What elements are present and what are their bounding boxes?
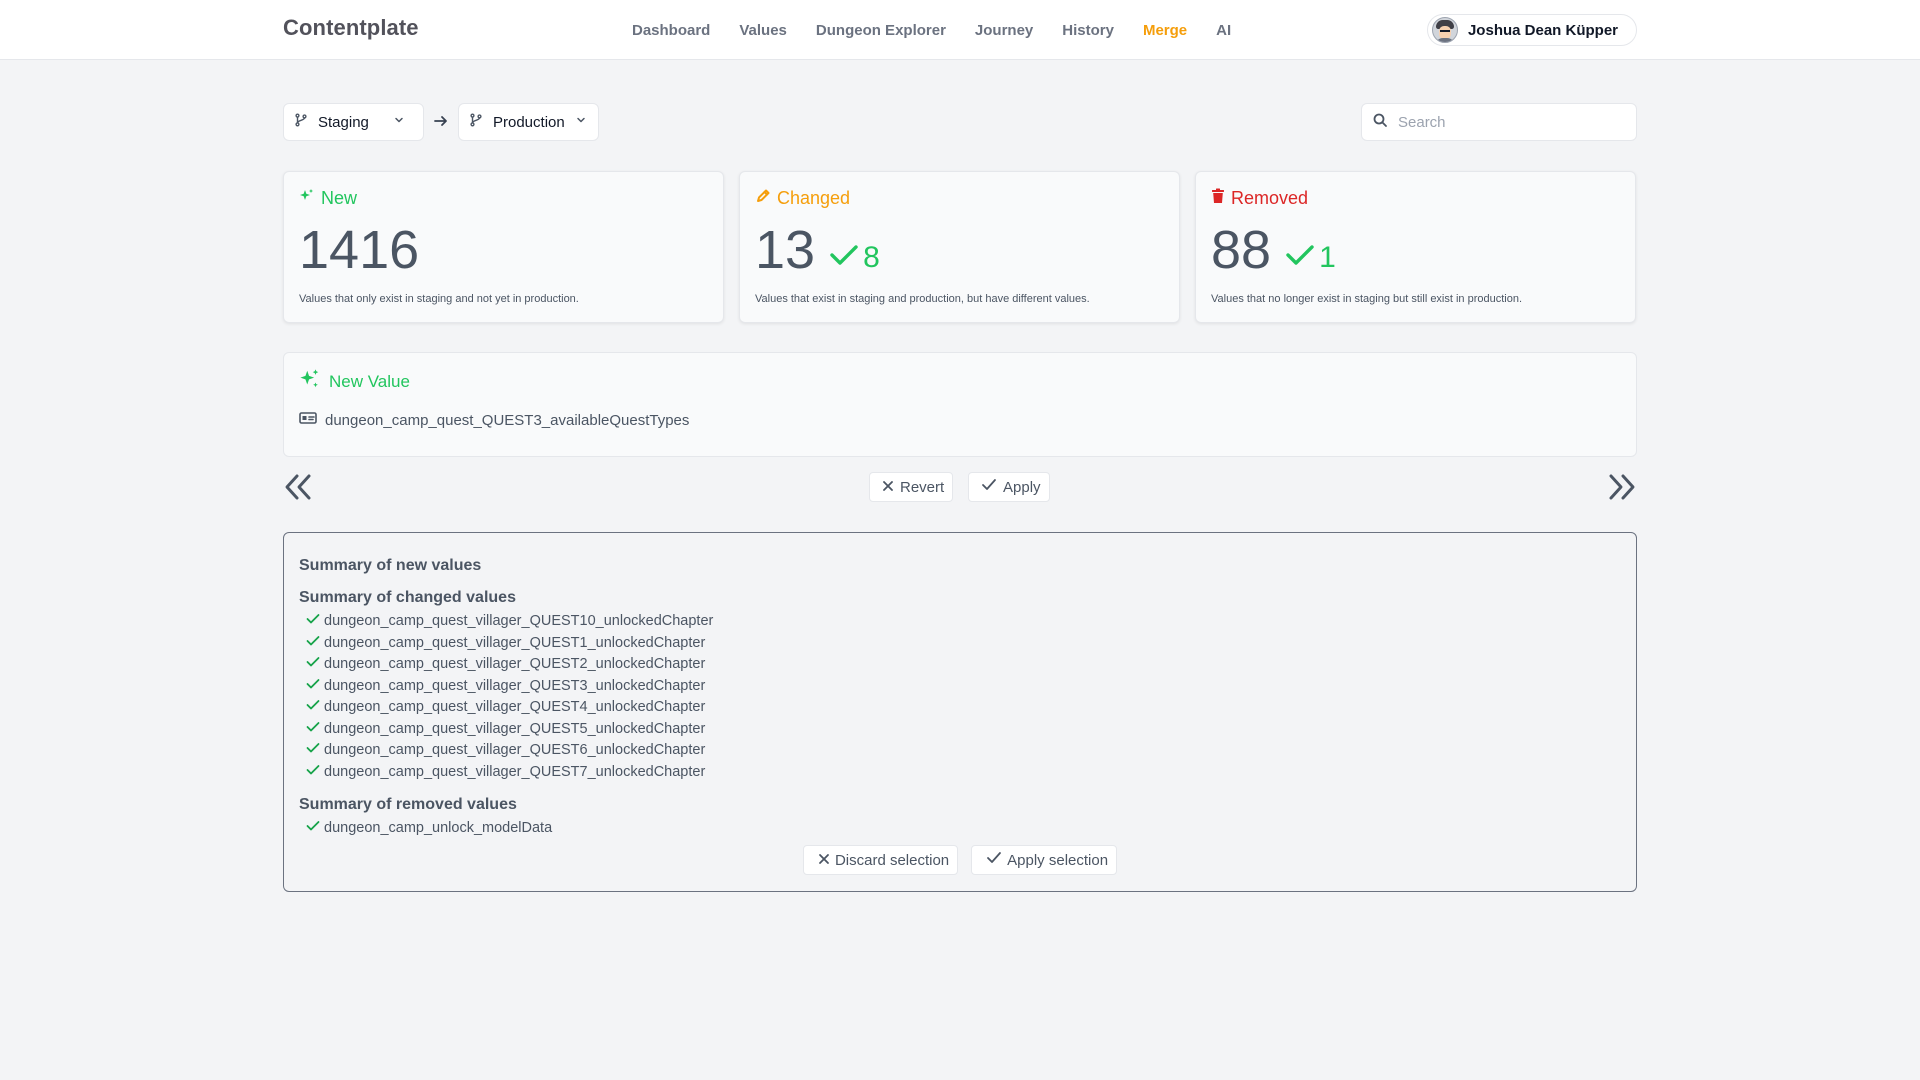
apply-selection-label: Apply selection xyxy=(1007,851,1109,869)
git-branch-icon xyxy=(469,113,483,132)
removed-count: 88 xyxy=(1211,220,1272,280)
changed-values-card[interactable]: Changed 13 8 Values that exist in stagin… xyxy=(739,171,1180,323)
check-icon xyxy=(306,633,320,655)
apply-selection-button[interactable]: Apply selection xyxy=(971,845,1118,875)
list-item[interactable]: dungeon_camp_quest_villager_QUEST10_unlo… xyxy=(299,611,1621,633)
list-item[interactable]: dungeon_camp_quest_villager_QUEST2_unloc… xyxy=(299,654,1621,676)
card-description: Values that no longer exist in staging b… xyxy=(1211,293,1523,305)
new-count: 1416 xyxy=(299,220,420,280)
check-icon xyxy=(306,611,320,633)
revert-label: Revert xyxy=(900,478,945,496)
check-icon xyxy=(306,740,320,762)
nav-values[interactable]: Values xyxy=(739,22,787,39)
nav-ai[interactable]: AI xyxy=(1216,22,1231,39)
card-title: Removed xyxy=(1231,188,1309,208)
source-branch-select[interactable]: Staging xyxy=(283,103,424,141)
trash-icon xyxy=(1211,188,1225,209)
current-value-panel: New Value dungeon_camp_quest_QUEST3_avai… xyxy=(283,352,1637,457)
chevron-down-icon xyxy=(393,113,405,131)
check-icon xyxy=(306,719,320,741)
chevron-down-icon xyxy=(575,113,587,131)
list-item[interactable]: dungeon_camp_quest_villager_QUEST6_unloc… xyxy=(299,740,1621,762)
pencil-icon xyxy=(755,188,771,209)
user-name: Joshua Dean Küpper xyxy=(1467,21,1618,39)
search-icon xyxy=(1372,112,1388,133)
arrow-right-icon xyxy=(432,112,450,135)
card-title: New xyxy=(321,188,358,208)
merge-summary: Summary of new values Summary of changed… xyxy=(283,532,1637,892)
nav-journey[interactable]: Journey xyxy=(975,22,1033,39)
double-chevron-right-icon[interactable] xyxy=(1608,472,1636,507)
brand-logo[interactable]: Contentplate xyxy=(283,15,419,41)
sparkles-icon xyxy=(299,368,321,395)
nav-history[interactable]: History xyxy=(1062,22,1114,39)
search-box xyxy=(1361,103,1637,141)
nav-dashboard[interactable]: Dashboard xyxy=(632,22,710,39)
list-item[interactable]: dungeon_camp_quest_villager_QUEST3_unloc… xyxy=(299,676,1621,698)
check-icon xyxy=(306,818,320,840)
target-branch-select[interactable]: Production xyxy=(458,103,599,141)
list-item[interactable]: dungeon_camp_quest_villager_QUEST4_unloc… xyxy=(299,697,1621,719)
list-item[interactable]: dungeon_camp_quest_villager_QUEST5_unloc… xyxy=(299,719,1621,741)
top-navigation-bar: Contentplate Dashboard Values Dungeon Ex… xyxy=(0,0,1920,60)
source-branch-label: Staging xyxy=(318,113,369,131)
close-icon xyxy=(882,479,894,496)
target-branch-label: Production xyxy=(493,113,565,131)
apply-button[interactable]: Apply xyxy=(968,472,1050,502)
discard-selection-button[interactable]: Discard selection xyxy=(802,845,959,875)
main-nav: Dashboard Values Dungeon Explorer Journe… xyxy=(632,0,1231,60)
nav-merge[interactable]: Merge xyxy=(1143,22,1187,39)
card-description: Values that only exist in staging and no… xyxy=(299,293,579,305)
list-item[interactable]: dungeon_camp_unlock_modelData xyxy=(299,818,1621,840)
changed-values-list: dungeon_camp_quest_villager_QUEST10_unlo… xyxy=(299,611,1621,783)
list-item[interactable]: dungeon_camp_quest_villager_QUEST7_unloc… xyxy=(299,762,1621,784)
check-icon xyxy=(306,697,320,719)
summary-changed-heading: Summary of changed values xyxy=(299,589,516,606)
double-chevron-left-icon[interactable] xyxy=(284,472,312,507)
check-icon xyxy=(306,654,320,676)
sparkles-icon xyxy=(299,188,315,209)
git-branch-icon xyxy=(294,113,308,132)
apply-label: Apply xyxy=(1003,478,1041,496)
search-input[interactable] xyxy=(1398,113,1618,131)
list-item[interactable]: dungeon_camp_quest_villager_QUEST1_unloc… xyxy=(299,633,1621,655)
changed-count: 13 xyxy=(755,220,816,280)
check-icon xyxy=(981,478,997,496)
check-icon xyxy=(829,241,859,275)
id-card-icon xyxy=(299,411,317,429)
discard-selection-label: Discard selection xyxy=(834,851,950,869)
card-description: Values that exist in staging and product… xyxy=(755,293,1090,305)
nav-dungeon-explorer[interactable]: Dungeon Explorer xyxy=(816,22,946,39)
card-title: Changed xyxy=(777,188,851,208)
changed-selected-count: 8 xyxy=(863,241,880,274)
removed-values-list: dungeon_camp_unlock_modelData xyxy=(299,818,1621,840)
removed-selected-count: 1 xyxy=(1319,241,1336,274)
user-menu-button[interactable]: Joshua Dean Küpper xyxy=(1426,14,1637,46)
close-icon xyxy=(818,852,830,869)
panel-title: New Value xyxy=(329,371,410,391)
removed-values-card[interactable]: Removed 88 1 Values that no longer exist… xyxy=(1195,171,1636,323)
avatar xyxy=(1431,17,1458,43)
revert-button[interactable]: Revert xyxy=(869,472,954,502)
summary-removed-heading: Summary of removed values xyxy=(299,796,517,813)
summary-new-heading: Summary of new values xyxy=(299,557,482,574)
value-key: dungeon_camp_quest_QUEST3_availableQuest… xyxy=(325,411,690,429)
check-icon xyxy=(1285,241,1315,275)
new-values-card[interactable]: New 1416 Values that only exist in stagi… xyxy=(283,171,724,323)
check-icon xyxy=(306,762,320,784)
check-icon xyxy=(986,851,1002,869)
check-icon xyxy=(306,676,320,698)
